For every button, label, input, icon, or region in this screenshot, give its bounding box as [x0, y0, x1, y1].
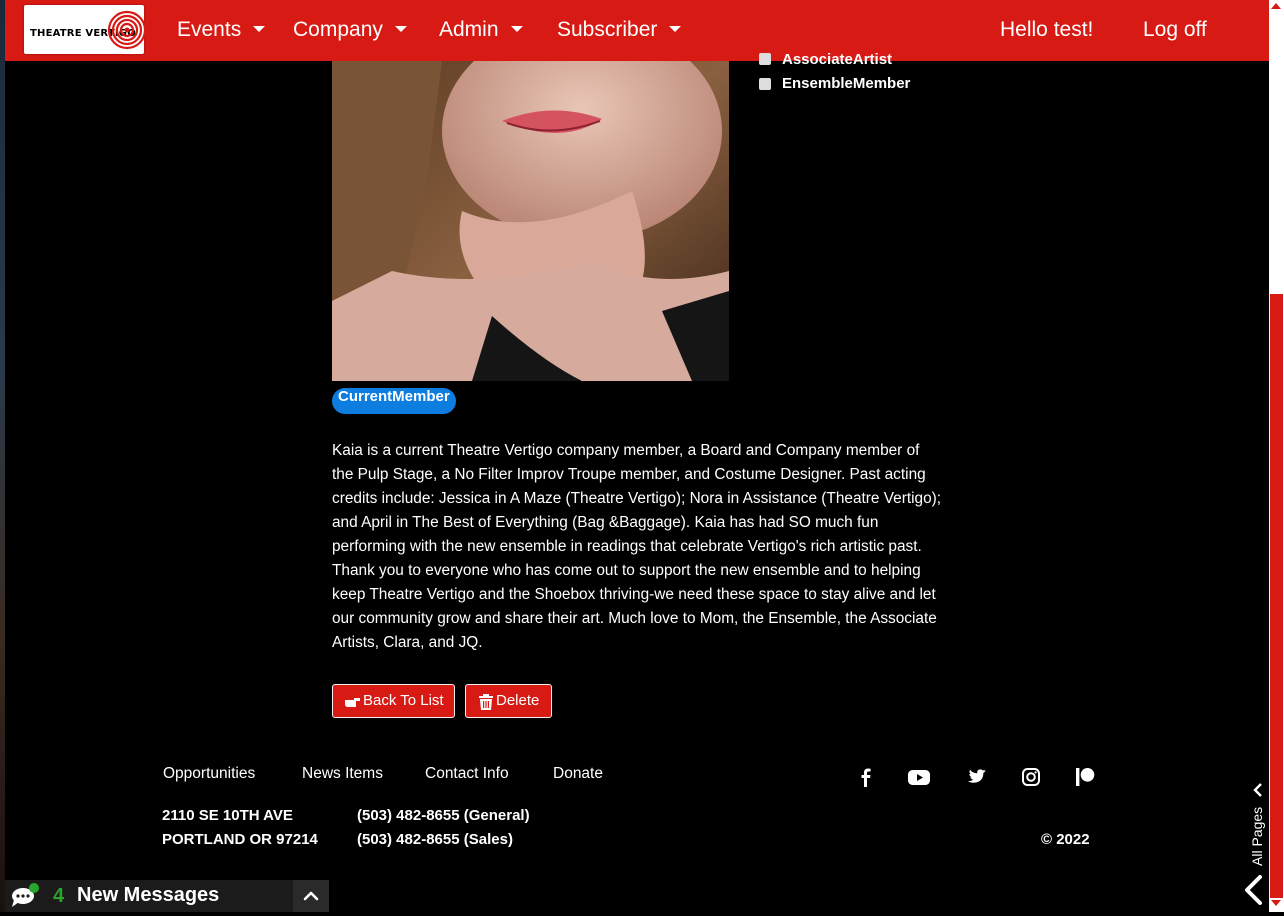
nav-menu-subscriber[interactable]: Subscriber — [557, 18, 682, 42]
associate-artist-checkbox[interactable] — [759, 53, 771, 65]
scroll-down-arrow-icon[interactable] — [1271, 900, 1281, 906]
phone-general: (503) 482-8655 (General) — [357, 807, 530, 824]
ensemble-member-checkbox[interactable] — [759, 78, 771, 90]
user-greeting-link[interactable]: Hello test! — [1000, 18, 1093, 42]
caret-down-icon — [669, 26, 682, 32]
caret-down-icon — [510, 26, 523, 32]
delete-label: Delete — [496, 692, 540, 709]
new-messages-label: New Messages — [77, 884, 220, 906]
top-navbar: THEATRE VERTIGO Events Company Admin Sub… — [5, 0, 1269, 61]
trash-icon — [479, 694, 493, 710]
nav-menu-company[interactable]: Company — [293, 18, 407, 42]
facebook-icon[interactable] — [855, 766, 877, 788]
copyright: © 2022 — [1041, 831, 1090, 848]
associate-artist-label: AssociateArtist — [782, 51, 893, 68]
logoff-link[interactable]: Log off — [1143, 18, 1207, 42]
footer-link-donate[interactable]: Donate — [553, 765, 603, 783]
address-street: 2110 SE 10TH AVE — [162, 807, 293, 824]
nav-menu-admin[interactable]: Admin — [439, 18, 523, 42]
footer-link-contact-info[interactable]: Contact Info — [425, 765, 509, 783]
status-badge: CurrentMember — [332, 388, 456, 414]
instagram-icon[interactable] — [1020, 766, 1042, 788]
member-photo — [332, 61, 729, 381]
background-edge — [0, 0, 5, 912]
member-bio: Kaia is a current Theatre Vertigo compan… — [332, 442, 942, 651]
hand-pointing-icon — [345, 698, 360, 707]
caret-down-icon — [394, 26, 407, 32]
scrollbar-thumb[interactable] — [1270, 294, 1283, 898]
back-to-list-button[interactable]: Back To List — [332, 684, 455, 718]
phone-sales: (503) 482-8655 (Sales) — [357, 831, 513, 848]
nav-menu-admin-label: Admin — [439, 18, 499, 41]
chevron-up-icon — [303, 891, 319, 901]
new-message-count: 4 — [53, 885, 65, 907]
nav-menu-company-label: Company — [293, 18, 383, 41]
youtube-icon[interactable] — [907, 766, 931, 788]
scroll-up-arrow-icon[interactable] — [1271, 3, 1281, 9]
theatre-vertigo-logo[interactable]: THEATRE VERTIGO — [24, 5, 147, 54]
patreon-icon[interactable] — [1074, 766, 1096, 788]
messages-expand-button[interactable] — [293, 880, 329, 912]
chat-bubble-icon — [12, 883, 39, 907]
ensemble-member-label: EnsembleMember — [782, 75, 911, 92]
nav-menu-events-label: Events — [177, 18, 242, 41]
back-to-list-label: Back To List — [363, 692, 444, 709]
footer-link-news-items[interactable]: News Items — [302, 765, 383, 783]
all-pages-label[interactable]: All Pages — [1249, 807, 1265, 866]
caret-down-icon — [253, 26, 266, 32]
nav-menu-subscriber-label: Subscriber — [557, 18, 658, 41]
nav-menu-events[interactable]: Events — [177, 18, 266, 42]
twitter-icon[interactable] — [965, 766, 987, 788]
chevron-left-icon[interactable] — [1240, 874, 1266, 906]
chevron-left-small-icon[interactable] — [1250, 782, 1266, 798]
delete-button[interactable]: Delete — [465, 684, 552, 718]
spiral-logo-icon — [107, 10, 147, 50]
address-city: PORTLAND OR 97214 — [162, 831, 318, 848]
footer-link-opportunities[interactable]: Opportunities — [163, 765, 255, 783]
member-portrait-image — [332, 61, 729, 381]
